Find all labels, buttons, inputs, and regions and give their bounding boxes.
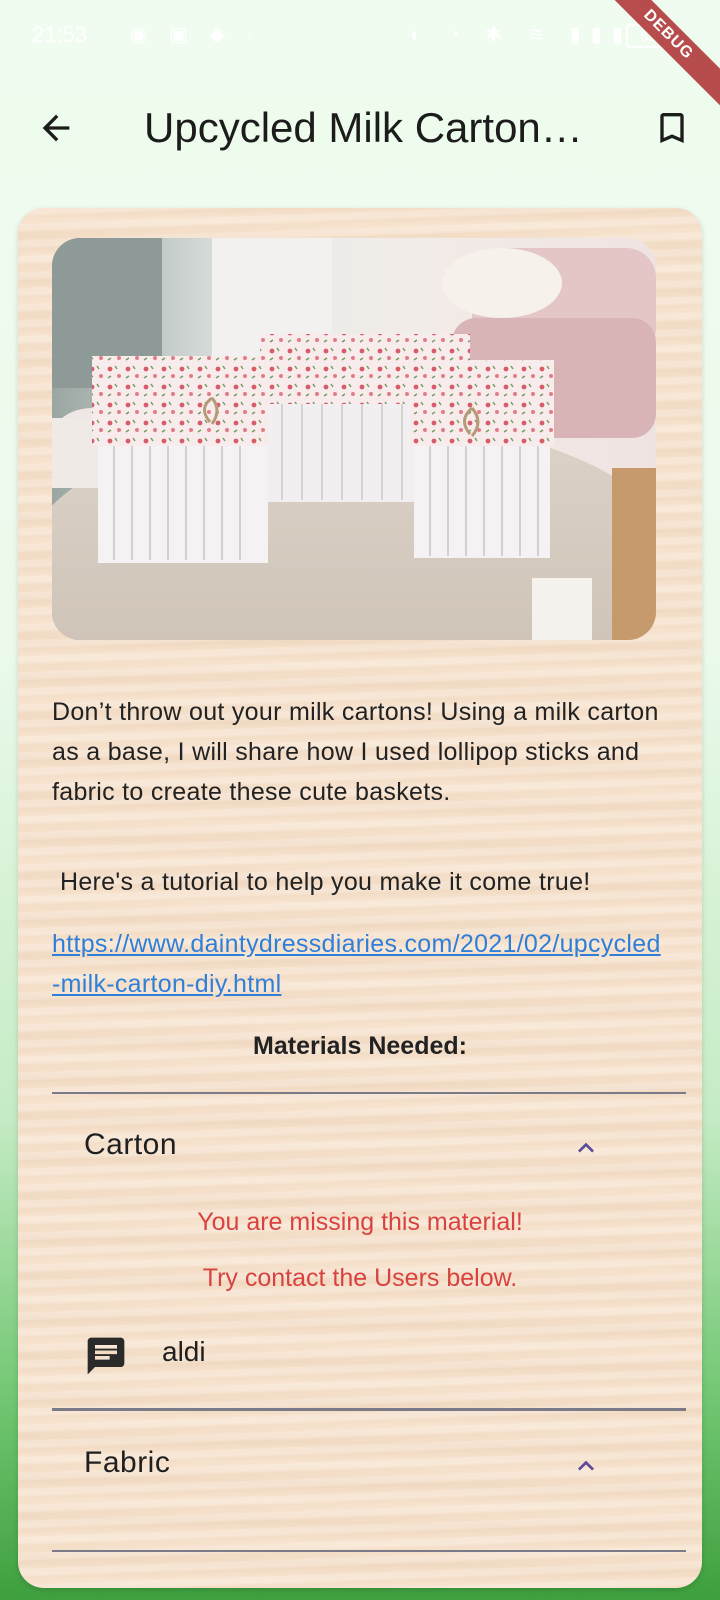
contact-users-hint: Try contact the Users below. <box>202 1264 518 1292</box>
tutorial-intro: Here's a tutorial to help you make it co… <box>60 868 591 896</box>
chevron-up-icon[interactable] <box>570 1450 602 1482</box>
page-title: Upcycled Milk Carton Basket <box>144 104 594 151</box>
missing-material-warning: You are missing this material! <box>197 1208 523 1236</box>
bookmark-button[interactable] <box>648 102 696 154</box>
bookmark-outline-icon <box>660 113 684 143</box>
status-bar: 21:53 ◉ ▣ ◆ · ◐ ◔ ✱ ≋ ▮▮▮ 53 DEBUG <box>0 0 720 115</box>
material-item-fabric[interactable]: Fabric <box>52 1424 686 1504</box>
materials-heading: Materials Needed: <box>253 1032 467 1060</box>
project-description: Don’t throw out your milk cartons! Using… <box>52 698 659 806</box>
project-card: Don’t throw out your milk cartons! Using… <box>18 208 702 1588</box>
user-name: aldi <box>162 1336 206 1367</box>
project-photo <box>52 238 656 640</box>
divider <box>52 1550 686 1552</box>
notification-icons: ◉ ▣ ◆ · <box>130 24 262 46</box>
chat-message-icon[interactable] <box>84 1334 128 1378</box>
app-bar: Upcycled Milk Carton Basket <box>0 80 720 180</box>
divider <box>52 1092 686 1094</box>
project-image <box>52 238 656 640</box>
tutorial-link[interactable]: https://www.daintydressdiaries.com/2021/… <box>52 924 662 1004</box>
material-item-carton[interactable]: Carton <box>52 1106 686 1186</box>
system-icons: ◐ ◔ ✱ ≋ ▮▮▮ <box>410 24 633 46</box>
material-name: Fabric <box>84 1446 171 1479</box>
user-contact-item[interactable]: aldi <box>52 1324 686 1384</box>
material-name: Carton <box>84 1128 178 1161</box>
divider <box>52 1408 686 1411</box>
back-button[interactable] <box>30 102 82 154</box>
status-time: 21:53 <box>32 22 88 47</box>
arrow-back-icon <box>42 114 70 142</box>
chevron-up-icon[interactable] <box>570 1132 602 1164</box>
